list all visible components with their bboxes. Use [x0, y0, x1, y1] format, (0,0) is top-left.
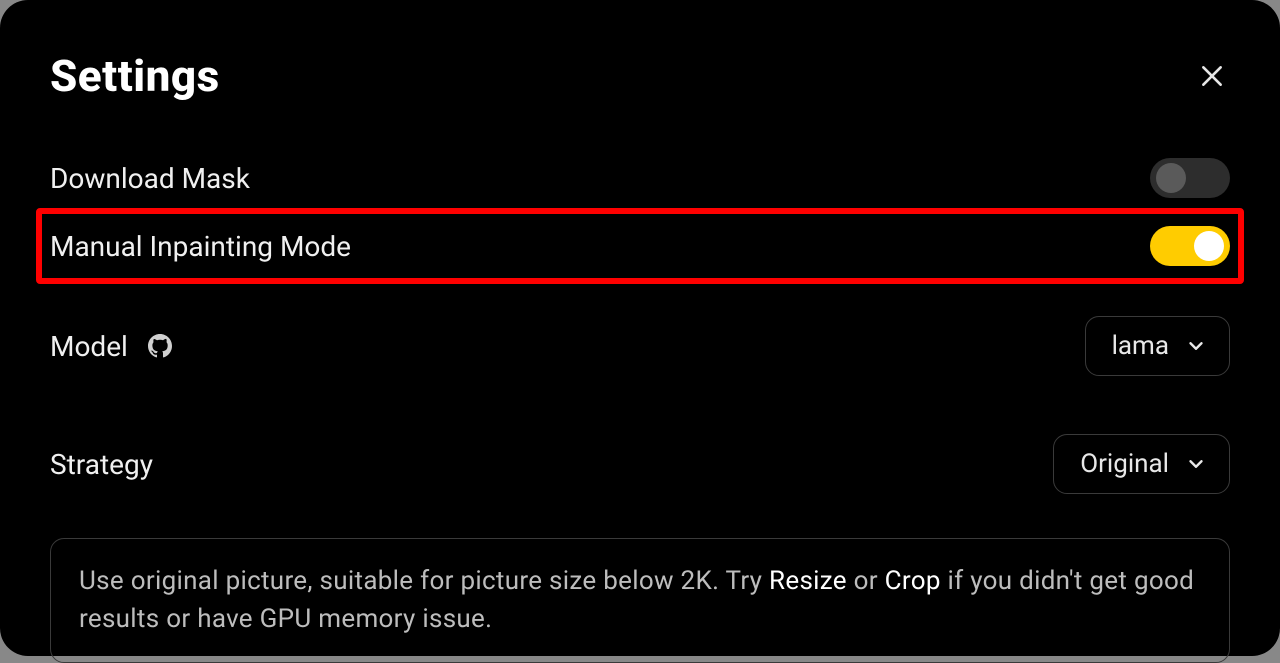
- model-label: Model: [50, 330, 128, 363]
- model-select-value: lama: [1112, 331, 1169, 361]
- manual-inpainting-row: Manual Inpainting Mode: [50, 208, 1230, 284]
- strategy-select[interactable]: Original: [1053, 434, 1230, 494]
- model-label-group: Model: [50, 330, 174, 363]
- strategy-select-value: Original: [1080, 449, 1169, 479]
- manual-inpainting-highlight: Manual Inpainting Mode: [36, 208, 1244, 284]
- chevron-down-icon: [1185, 335, 1207, 357]
- model-select[interactable]: lama: [1085, 316, 1230, 376]
- strategy-label: Strategy: [50, 448, 153, 481]
- toggle-thumb-icon: [1194, 231, 1224, 261]
- hint-text-prefix: Use original picture, suitable for pictu…: [79, 566, 769, 596]
- manual-inpainting-label: Manual Inpainting Mode: [50, 230, 351, 263]
- strategy-row: Strategy Original: [50, 424, 1230, 504]
- settings-panel: Settings Download Mask Manual Inpainting…: [0, 0, 1280, 656]
- chevron-down-icon: [1185, 453, 1207, 475]
- download-mask-label: Download Mask: [50, 162, 250, 195]
- model-github-link[interactable]: [146, 332, 174, 360]
- hint-resize: Resize: [769, 566, 847, 596]
- download-mask-toggle[interactable]: [1150, 158, 1230, 198]
- close-button[interactable]: [1194, 58, 1230, 94]
- close-icon: [1199, 63, 1225, 89]
- strategy-hint: Use original picture, suitable for pictu…: [50, 538, 1230, 663]
- toggle-thumb-icon: [1156, 163, 1186, 193]
- hint-text-mid: or: [847, 566, 885, 596]
- settings-header: Settings: [50, 50, 1230, 102]
- manual-inpainting-toggle[interactable]: [1150, 226, 1230, 266]
- hint-crop: Crop: [885, 566, 941, 596]
- github-icon: [148, 334, 172, 358]
- model-row: Model lama: [50, 306, 1230, 386]
- download-mask-row: Download Mask: [50, 148, 1230, 208]
- page-title: Settings: [50, 50, 220, 102]
